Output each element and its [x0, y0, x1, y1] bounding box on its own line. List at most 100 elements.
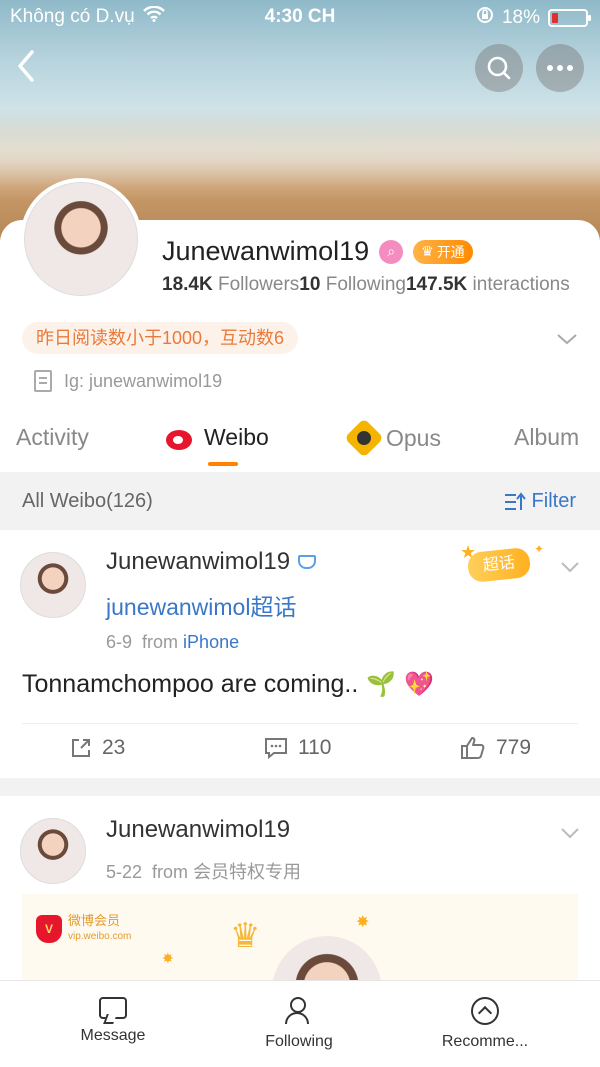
message-icon [99, 997, 127, 1019]
profile-tabs: Activity Weibo Opus Album [0, 410, 600, 472]
search-button[interactable] [475, 44, 523, 92]
post-source[interactable]: 会员特权专用 [193, 862, 301, 882]
active-tab-indicator [208, 462, 238, 466]
post-date: 6-9 [106, 632, 133, 652]
vip-logo: V 微博会员 vip.weibo.com [36, 914, 131, 944]
tab-opus[interactable]: Opus [344, 418, 441, 458]
vip-logo-url: vip.weibo.com [68, 931, 132, 942]
recommend-label: Recomme... [441, 1033, 529, 1050]
profile-avatar[interactable] [20, 178, 142, 300]
chevron-down-icon [561, 828, 579, 839]
bottom-toolbar: Message Following Recomme... [0, 980, 600, 1067]
post-text: Tonnamchompoo are coming.. [22, 670, 359, 698]
search-icon [487, 56, 511, 80]
more-button[interactable] [536, 44, 584, 92]
post-actions: 23 110 779 [0, 734, 600, 768]
post-author[interactable]: Junewanwimol19 [106, 548, 290, 576]
stats-note: 昨日阅读数小于1000，互动数6 [22, 322, 299, 354]
post-author-row: Junewanwimol19 [106, 816, 290, 844]
profile-bio: Ig: junewanwimol19 [34, 370, 222, 392]
following-button[interactable]: Following [224, 997, 374, 1051]
rotation-lock-icon [476, 6, 494, 30]
sparkle-icon: ✸ [356, 914, 370, 931]
post-author[interactable]: Junewanwimol19 [106, 816, 290, 844]
message-button[interactable]: Message [38, 997, 188, 1045]
post-topic-link[interactable]: junewanwimol超话 [106, 588, 296, 622]
post-card[interactable]: Junewanwimol19 junewanwimol超话 6-9 from i… [0, 530, 600, 778]
vip-shield-icon: V [36, 915, 62, 943]
filter-button[interactable]: Filter [504, 490, 576, 513]
all-weibo-label: All Weibo(126) [22, 490, 153, 512]
following-button-label: Following [265, 1033, 333, 1050]
following-count[interactable]: 10 [299, 274, 320, 295]
followers-label[interactable]: Followers [218, 274, 299, 295]
tab-weibo[interactable]: Weibo [166, 424, 269, 451]
share-icon [72, 739, 90, 757]
post-author-row: Junewanwimol19 [106, 548, 317, 576]
sparkle-small-icon: ✦ [534, 542, 545, 556]
expand-profile-button[interactable] [556, 326, 578, 352]
status-bar: Không có D.vụ 4:30 CH 18% [0, 0, 600, 34]
crown-icon: ♛ [421, 243, 434, 259]
seedling-emoji-icon: 🌱 [366, 671, 397, 698]
post-from: from [152, 862, 189, 882]
tab-album-label: Album [514, 424, 580, 450]
chevron-left-icon [18, 50, 34, 82]
repost-count: 23 [102, 736, 126, 759]
filter-icon [504, 491, 526, 510]
like-count: 779 [496, 736, 532, 759]
tab-activity[interactable]: Activity [16, 424, 89, 451]
post-meta: 6-9 from iPhone [106, 632, 239, 653]
followers-count[interactable]: 18.4K [162, 274, 213, 295]
profile-stats: 18.4K Followers10 Following147.5K intera… [162, 274, 600, 296]
like-button[interactable]: 779 [460, 736, 531, 760]
thumbs-up-icon [461, 737, 485, 759]
weibo-icon [166, 426, 196, 450]
profile-name: Junewanwimol19 [162, 236, 370, 266]
back-button[interactable] [14, 48, 44, 88]
bio-text: Ig: junewanwimol19 [64, 370, 223, 391]
chevron-down-icon [557, 334, 577, 345]
chevron-up-circle-icon [471, 997, 499, 1025]
profile-name-row: Junewanwimol19 ⌕ ♛ 开通 [162, 236, 473, 267]
battery-icon [548, 9, 591, 27]
document-icon [34, 370, 52, 392]
tab-activity-label: Activity [16, 424, 89, 450]
chevron-down-icon [561, 562, 579, 573]
post-date: 5-22 [106, 862, 143, 882]
sparkle-icon: ✸ [162, 950, 174, 966]
post-avatar[interactable] [20, 552, 86, 618]
post-avatar[interactable] [20, 818, 86, 884]
comment-count: 110 [298, 736, 332, 759]
crown-icon: ♛ [230, 917, 261, 955]
recommend-button[interactable]: Recomme... [410, 997, 560, 1051]
post-image-portrait [272, 936, 382, 986]
vip-label: 开通 [436, 243, 465, 260]
post-card[interactable]: Junewanwimol19 5-22 from 会员特权专用 V 微博会员 v… [0, 796, 600, 986]
post-menu-button[interactable] [560, 822, 580, 845]
verified-badge-icon[interactable]: ⌕ [379, 239, 404, 264]
post-text-row: Tonnamchompoo are coming.. 🌱 💖 [22, 670, 434, 699]
filter-bar: All Weibo(126) Filter [0, 472, 600, 530]
filter-label: Filter [531, 490, 576, 512]
opus-icon [344, 418, 384, 458]
vip-badge[interactable]: ♛ 开通 [413, 239, 473, 264]
chaohua-badge[interactable]: 超话 [466, 546, 532, 584]
vip-logo-text: 微博会员 [68, 913, 121, 928]
divider [22, 723, 578, 724]
post-image[interactable]: V 微博会员 vip.weibo.com ✸ ♛ ✸ [22, 894, 578, 986]
repost-button[interactable]: 23 [70, 736, 125, 760]
post-menu-button[interactable] [560, 556, 580, 579]
diamond-icon [298, 555, 317, 569]
tab-opus-label: Opus [386, 424, 441, 451]
post-meta: 5-22 from 会员特权专用 [106, 858, 301, 884]
interactions-count: 147.5K [405, 274, 468, 295]
post-from: from [142, 632, 179, 652]
comment-button[interactable]: 110 [264, 736, 331, 760]
more-icon [547, 65, 573, 71]
tab-album[interactable]: Album [514, 424, 579, 451]
sparkling-heart-emoji-icon: 💖 [404, 671, 435, 698]
screen: Không có D.vụ 4:30 CH 18% Junewanwimol19… [0, 0, 600, 1067]
following-label[interactable]: Following [326, 274, 406, 295]
post-source[interactable]: iPhone [183, 632, 239, 652]
